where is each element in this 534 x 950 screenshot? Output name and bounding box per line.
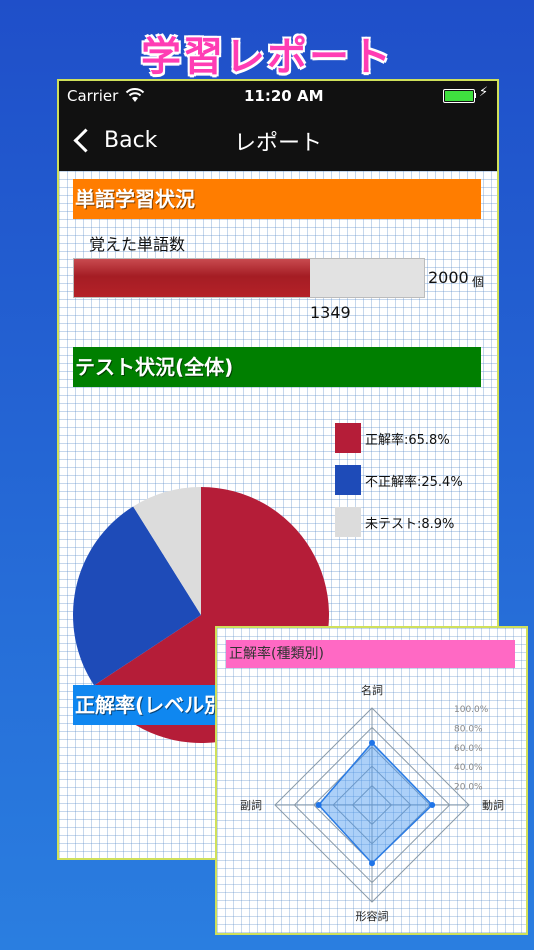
words-progress-fill [74, 259, 311, 297]
status-and-nav-bar: Carrier 11:20 AM ⚡ Back レポート [59, 81, 497, 171]
radar-chart: 20.0% 40.0% 60.0% 80.0% 100.0% 名詞動詞形容詞 副詞 [240, 683, 504, 923]
legend-item-untested: 未テスト:8.9% [335, 506, 454, 538]
battery-nub [474, 93, 476, 98]
radar-point [369, 739, 375, 746]
words-learned-count: 1349 [310, 303, 351, 322]
radar-series-area [317, 741, 434, 865]
legend-label-incorrect: 不正解率:25.4% [365, 474, 463, 490]
level-section-header: 正解率(レベル別) [73, 685, 233, 725]
learned-words-label: 覚えた単語数 [89, 235, 186, 254]
radar-point [369, 860, 375, 867]
radar-category-label: 形容詞 [356, 909, 389, 923]
legend-swatch-incorrect [335, 465, 361, 495]
radar-point [315, 802, 322, 808]
radar-chart-card: 正解率(種類別) 20.0% 40.0% 60.0% 80.0% 100.0% 名詞 動詞形… [215, 626, 528, 935]
test-section-header: テスト状況(全体) [73, 347, 481, 387]
radar-point [429, 802, 436, 808]
charging-icon: ⚡ [479, 85, 489, 100]
radar-tick-label: 60.0% [454, 744, 483, 754]
clock: 11:20 AM [244, 87, 324, 105]
radar-tick-label: 100.0% [454, 705, 489, 715]
radar-category-label: 動詞 [482, 798, 504, 812]
radar-tick-label: 40.0% [454, 763, 483, 773]
radar-tick-label: 20.0% [454, 783, 483, 793]
words-unit: 個 [472, 275, 485, 289]
words-total: 2000 [428, 268, 469, 287]
legend-label-untested: 未テスト:8.9% [365, 516, 455, 532]
nav-title: レポート [233, 131, 322, 156]
wifi-icon [125, 88, 145, 102]
words-progress-bar [73, 258, 425, 298]
radar-tick-label: 80.0% [454, 724, 483, 734]
radar-category-label: 名詞 [361, 683, 383, 697]
battery-icon [443, 89, 475, 103]
words-section-header: 単語学習状況 [73, 179, 481, 219]
radar-category-label: 副詞 [240, 799, 262, 812]
promo-title: 学習レポート [141, 34, 393, 80]
legend-swatch-correct [335, 423, 361, 453]
legend-swatch-untested [335, 507, 361, 537]
legend-item-incorrect: 不正解率:25.4% [335, 464, 463, 496]
legend-label-correct: 正解率:65.8% [365, 432, 450, 448]
legend-item-correct: 正解率:65.8% [335, 422, 450, 454]
carrier-label: Carrier [67, 87, 119, 105]
